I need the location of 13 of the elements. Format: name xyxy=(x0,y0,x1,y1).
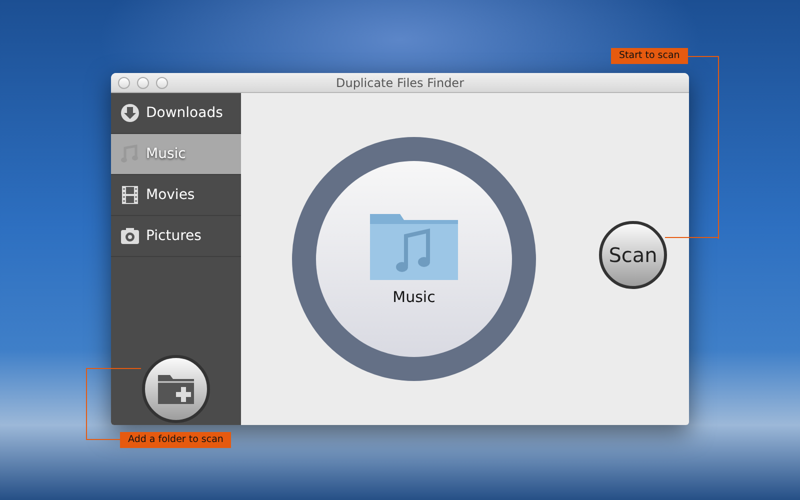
folder-label: Music xyxy=(392,286,436,308)
window-title: Duplicate Files Finder xyxy=(336,74,464,92)
download-icon xyxy=(120,103,140,123)
zoom-button[interactable] xyxy=(156,77,168,89)
close-button[interactable] xyxy=(118,77,130,89)
drop-circle[interactable]: Music xyxy=(316,161,512,357)
scan-button[interactable]: Scan xyxy=(599,221,667,289)
callout-label: Add a folder to scan xyxy=(120,432,232,448)
minimize-button[interactable] xyxy=(137,77,149,89)
callout-label: Start to scan xyxy=(611,48,688,64)
film-icon xyxy=(120,185,140,205)
camera-icon xyxy=(120,226,140,246)
folder-plus-icon xyxy=(156,372,196,406)
